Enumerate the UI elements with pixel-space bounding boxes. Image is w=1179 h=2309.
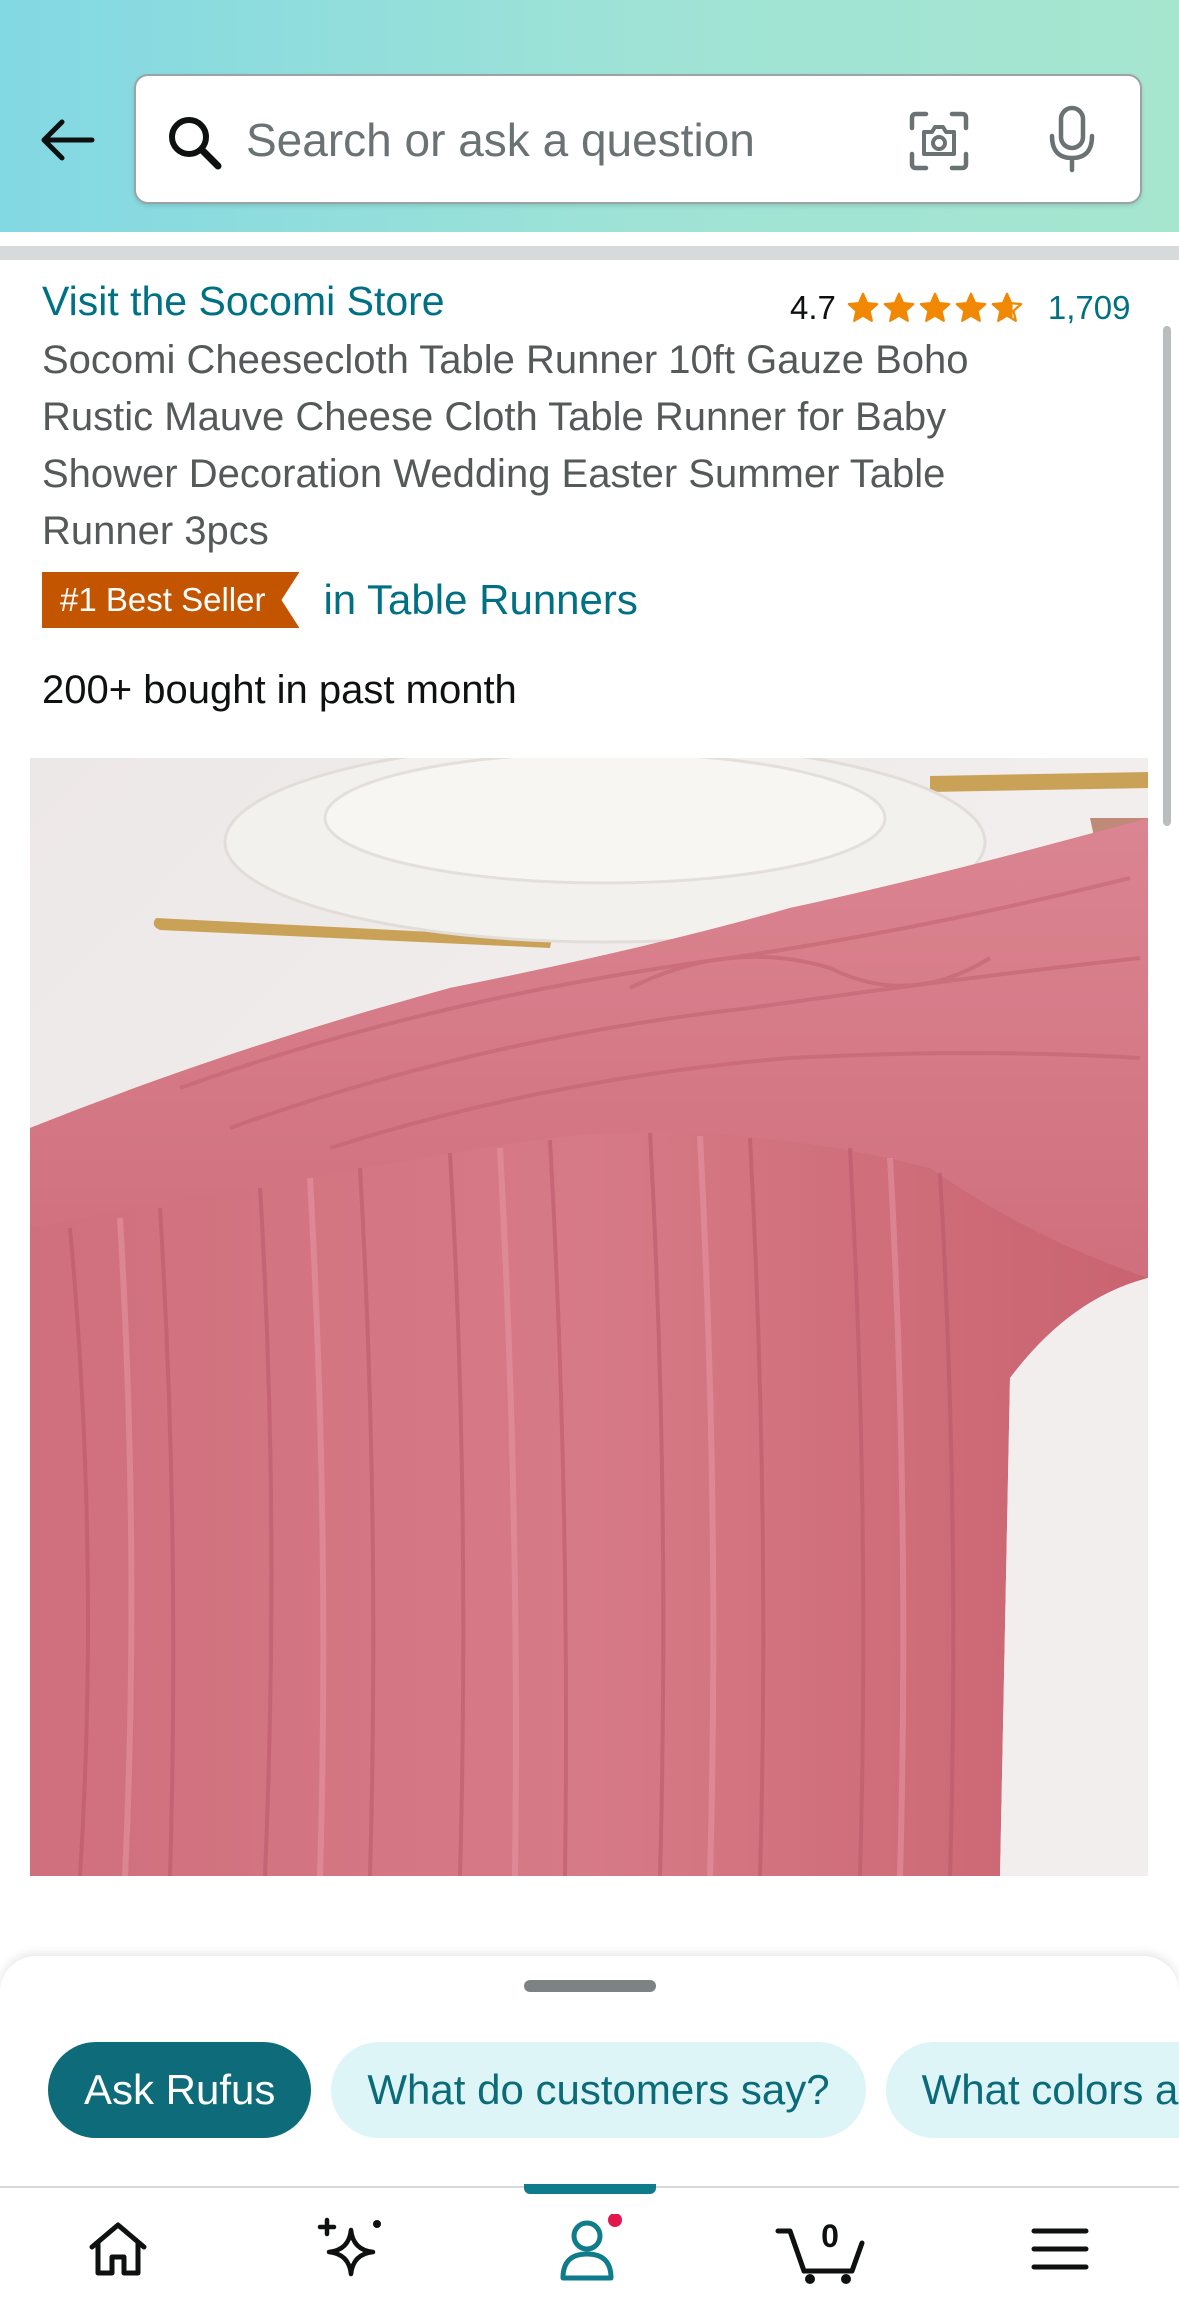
search-icon xyxy=(169,117,222,170)
star-icon xyxy=(991,292,1023,322)
search-bar[interactable] xyxy=(134,74,1142,204)
back-arrow-icon xyxy=(41,119,95,161)
product-image[interactable] xyxy=(30,758,1148,1876)
cart-count: 0 xyxy=(821,2218,839,2254)
rufus-chips: Ask Rufus What do customers say? What co… xyxy=(48,2042,1179,2138)
star-icon xyxy=(883,292,915,322)
best-seller-badge: #1 Best Seller xyxy=(42,572,300,628)
star-icon xyxy=(847,292,879,322)
header-divider xyxy=(0,246,1179,260)
table-runner-photo xyxy=(30,758,1148,1876)
nav-account[interactable] xyxy=(520,2188,660,2309)
microphone-icon[interactable] xyxy=(1044,104,1100,174)
sparkle-icon xyxy=(317,2217,381,2276)
rufus-question-chip[interactable]: What do customers say? xyxy=(331,2042,866,2138)
account-icon xyxy=(560,2213,622,2280)
ask-rufus-button[interactable]: Ask Rufus xyxy=(48,2042,312,2138)
notification-dot xyxy=(608,2213,622,2227)
best-seller-category-link[interactable]: in Table Runners xyxy=(323,576,637,624)
nav-cart[interactable]: 0 xyxy=(752,2188,892,2309)
search-input[interactable] xyxy=(246,98,906,182)
bottom-navigation: 0 xyxy=(0,2184,1179,2309)
rating-value: 4.7 xyxy=(790,289,836,326)
star-rating xyxy=(846,291,1026,325)
nav-home[interactable] xyxy=(48,2188,188,2309)
star-icon xyxy=(919,292,951,322)
home-icon xyxy=(89,2222,147,2275)
back-button[interactable] xyxy=(34,108,98,172)
menu-icon xyxy=(1031,2228,1089,2269)
rufus-panel: Ask Rufus What do customers say? What co… xyxy=(0,1956,1179,2186)
star-icon xyxy=(955,292,987,322)
rating-count-link[interactable]: 1,709 xyxy=(1048,289,1131,327)
best-seller-row[interactable]: #1 Best Seller in Table Runners xyxy=(42,572,638,628)
bought-count: 200+ bought in past month xyxy=(42,668,517,712)
rating-summary[interactable]: 4.7 1,709 xyxy=(790,285,1130,331)
cart-icon: 0 xyxy=(775,2218,865,2284)
product-title: Socomi Cheesecloth Table Runner 10ft Gau… xyxy=(42,338,969,553)
sheet-drag-handle[interactable] xyxy=(524,1980,656,1992)
camera-icon[interactable] xyxy=(906,108,972,174)
visit-store-link[interactable]: Visit the Socomi Store xyxy=(42,278,445,325)
rufus-question-chip[interactable]: What colors are available? xyxy=(885,2042,1179,2138)
nav-rufus[interactable] xyxy=(280,2188,420,2309)
top-header xyxy=(0,0,1179,232)
page-scrollbar[interactable] xyxy=(1163,326,1171,826)
nav-menu[interactable] xyxy=(990,2188,1130,2309)
